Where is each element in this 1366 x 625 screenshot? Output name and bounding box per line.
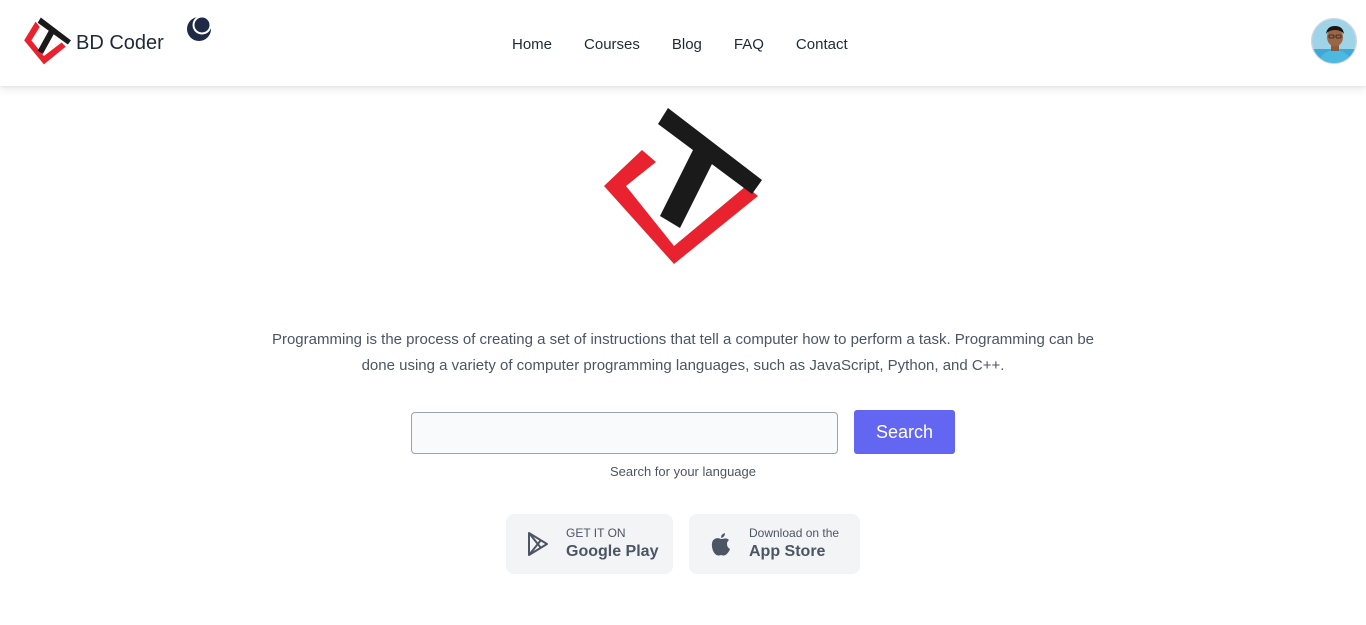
brand-name: BD Coder [76,31,164,54]
google-play-text: GET IT ON Google Play [566,526,658,563]
nav-courses[interactable]: Courses [568,30,656,59]
search-button[interactable]: Search [854,410,955,454]
bd-coder-logo-icon [24,17,71,65]
bd-coder-logo-icon-large [604,108,762,264]
theme-toggle-moon-icon[interactable] [186,15,212,42]
hero-logo [596,100,768,272]
google-play-button[interactable]: GET IT ON Google Play [506,514,673,574]
user-avatar[interactable] [1311,18,1357,64]
apple-icon [711,533,730,556]
app-store-small-label: Download on the [749,525,840,540]
main-nav: Home Courses Blog FAQ Contact [496,28,864,60]
search-input[interactable] [411,412,838,454]
app-store-button[interactable]: Download on the App Store [689,514,860,574]
nav-blog[interactable]: Blog [656,30,718,59]
app-store-text: Download on the App Store [749,526,839,563]
app-store-label: App Store [749,542,826,560]
nav-contact[interactable]: Contact [780,30,864,59]
search-hint: Search for your language [610,464,756,479]
google-play-label: Google Play [566,542,659,560]
nav-faq[interactable]: FAQ [718,30,780,59]
google-play-small-label: GET IT ON [566,525,626,540]
google-play-icon [528,532,548,556]
top-navbar: BD Coder Home Courses Blog FAQ Contact [0,0,1366,86]
nav-home[interactable]: Home [496,30,568,59]
brand-link[interactable]: BD Coder [20,14,164,72]
hero-description: Programming is the process of creating a… [271,331,1095,374]
user-avatar-icon [1312,19,1356,63]
